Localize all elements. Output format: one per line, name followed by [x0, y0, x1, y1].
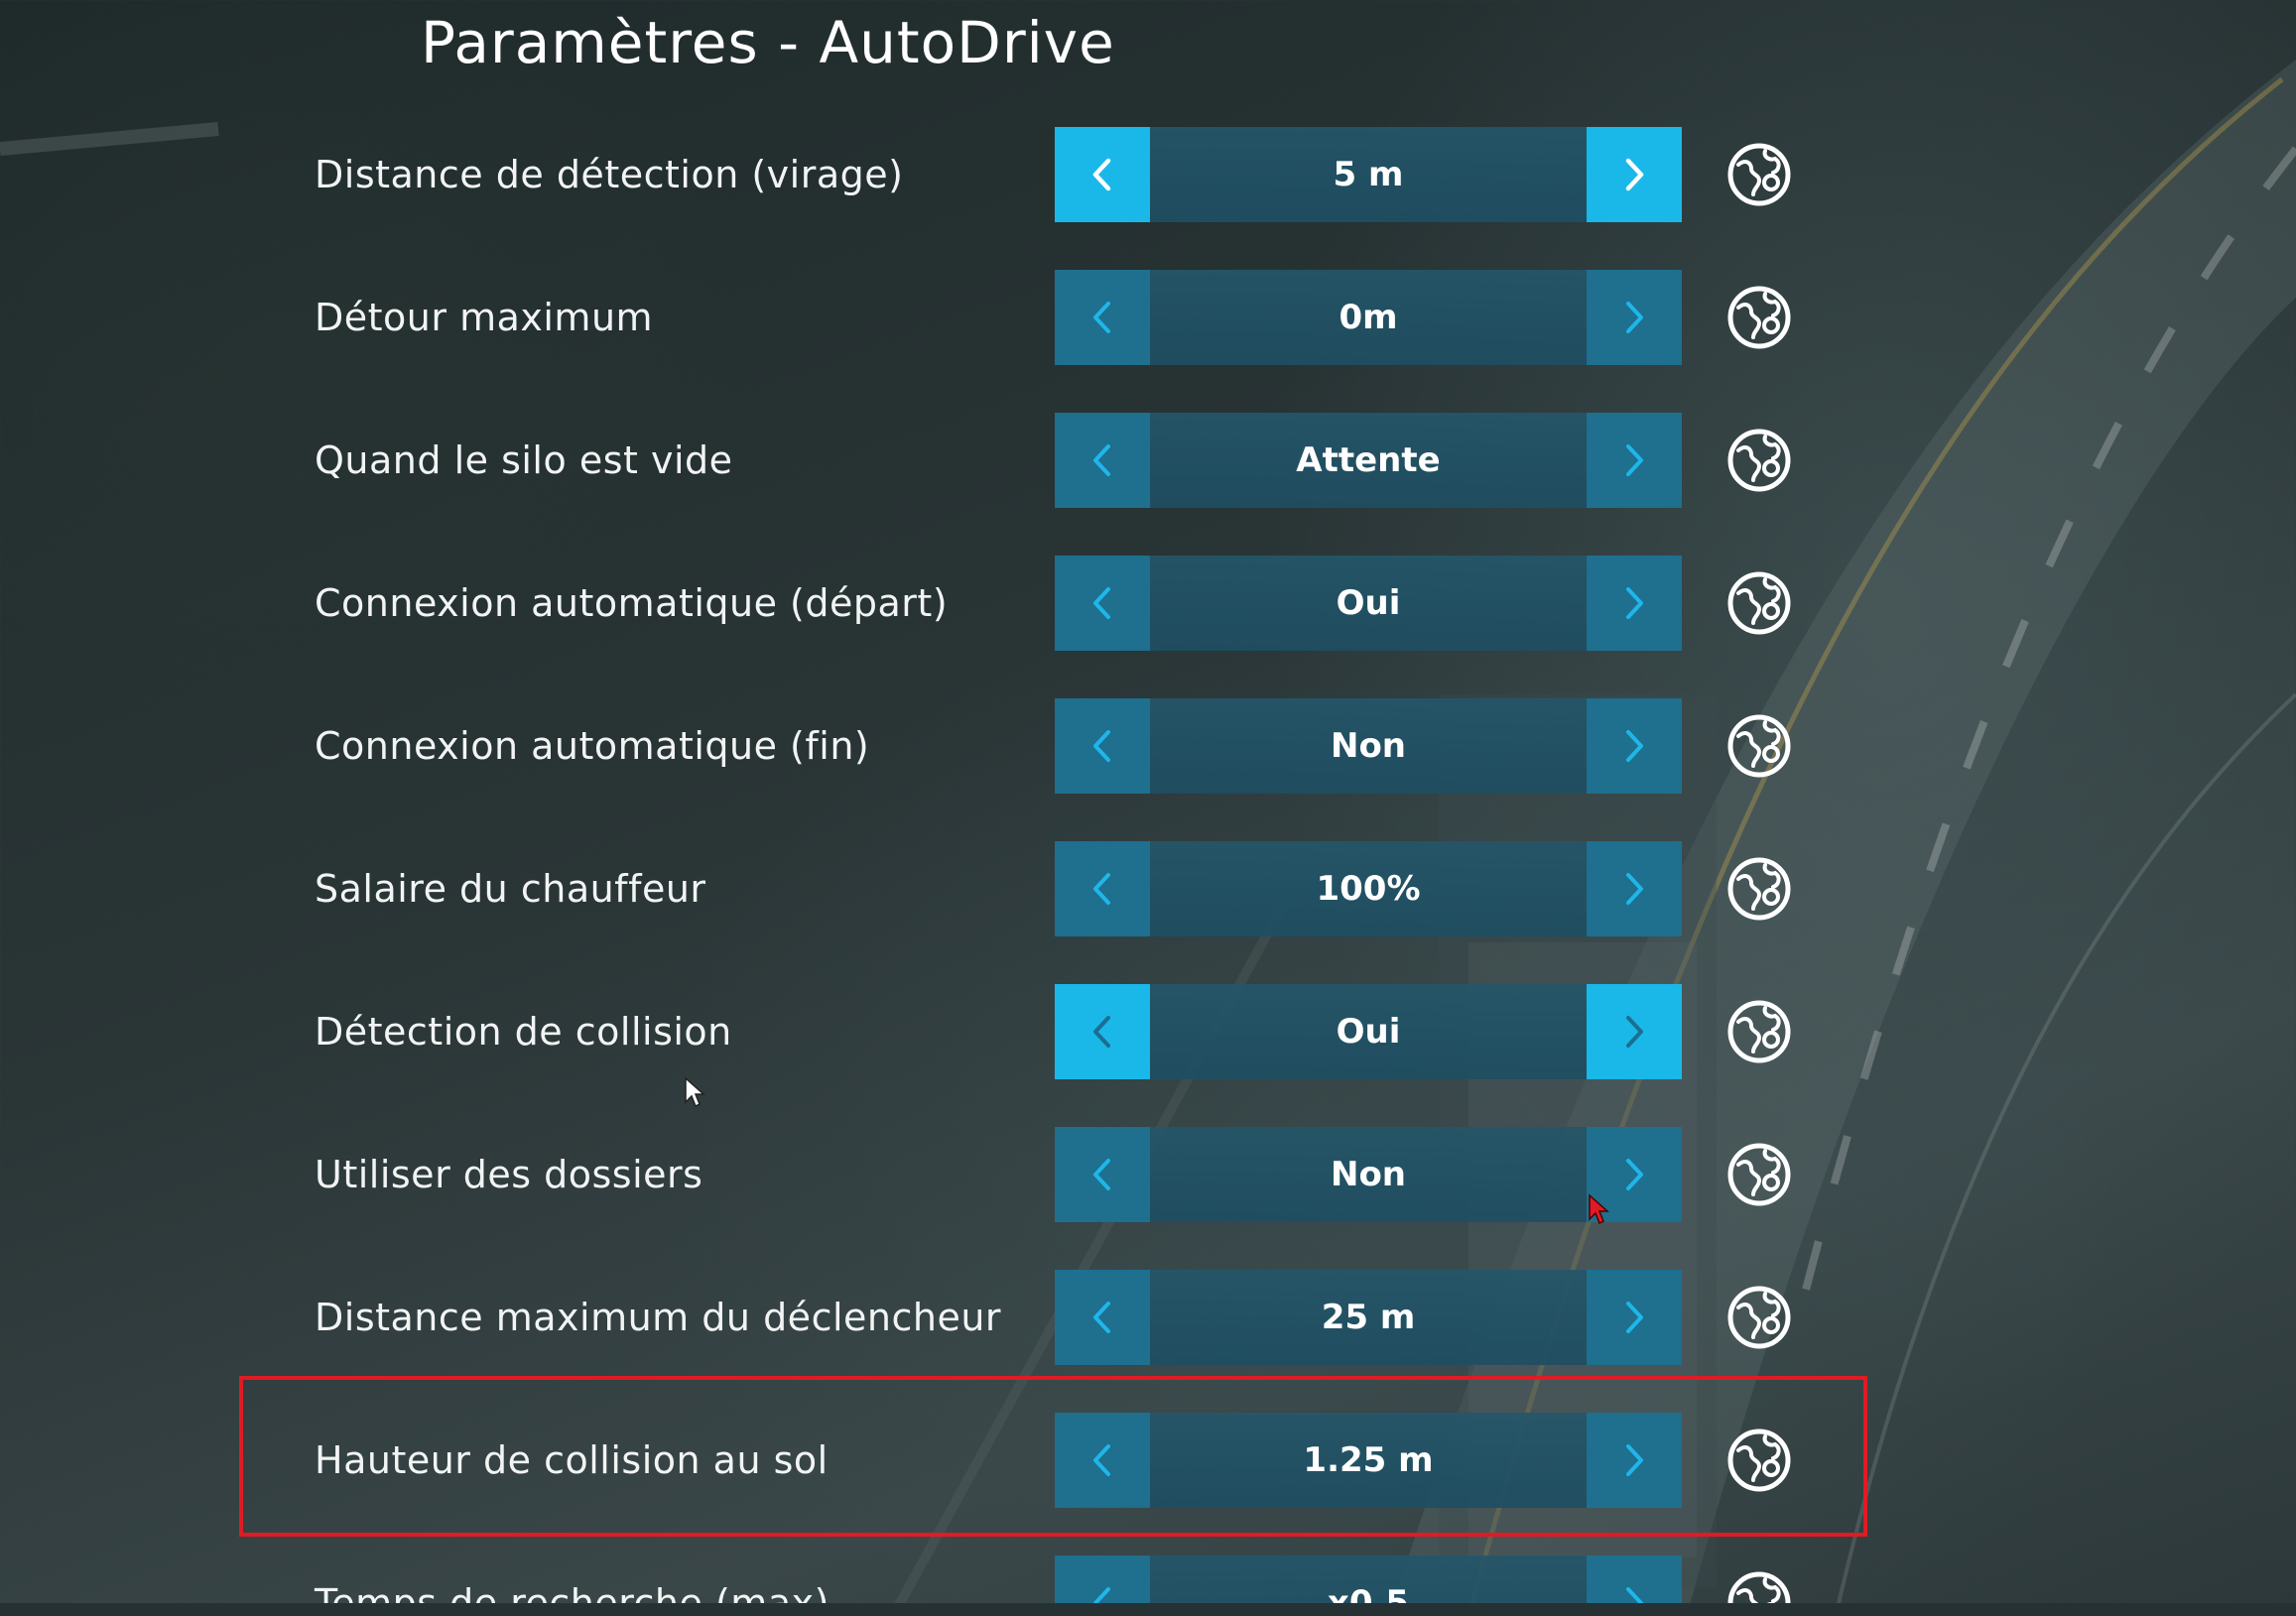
setting-label: Salaire du chauffeur: [315, 867, 706, 911]
chevron-right-icon: [1626, 730, 1643, 762]
setting-value: Non: [1150, 698, 1587, 794]
chevron-right-icon: [1626, 1444, 1643, 1476]
previous-value-button[interactable]: [1055, 698, 1150, 794]
value-stepper: 25 m: [1055, 1270, 1682, 1365]
setting-value: 25 m: [1150, 1270, 1587, 1365]
setting-label: Détection de collision: [315, 1010, 732, 1054]
chevron-left-icon: [1093, 444, 1110, 476]
previous-value-button[interactable]: [1055, 270, 1150, 365]
setting-label: Distance de détection (virage): [315, 153, 904, 196]
setting-row-collision-detection[interactable]: Détection de collision Oui: [0, 984, 2296, 1079]
value-stepper: Attente: [1055, 413, 1682, 508]
chevron-left-icon: [1093, 587, 1110, 619]
setting-row-ground-collision-height[interactable]: Hauteur de collision au sol 1.25 m: [0, 1413, 2296, 1508]
previous-value-button[interactable]: [1055, 413, 1150, 508]
next-value-button[interactable]: [1587, 1413, 1682, 1508]
setting-label: Utiliser des dossiers: [315, 1153, 703, 1196]
setting-value: Oui: [1150, 556, 1587, 651]
value-stepper: Oui: [1055, 984, 1682, 1079]
chevron-left-icon: [1093, 1159, 1110, 1190]
next-value-button[interactable]: [1587, 984, 1682, 1079]
setting-value: 0m: [1150, 270, 1587, 365]
globe-help-icon[interactable]: [1725, 284, 1793, 351]
chevron-right-icon: [1626, 1302, 1643, 1333]
globe-help-icon[interactable]: [1725, 1427, 1793, 1494]
chevron-right-icon: [1626, 1159, 1643, 1190]
next-value-button[interactable]: [1587, 1270, 1682, 1365]
previous-value-button[interactable]: [1055, 1270, 1150, 1365]
setting-row-empty-silo[interactable]: Quand le silo est vide Attente: [0, 413, 2296, 508]
mouse-cursor-icon: [685, 1076, 705, 1108]
setting-row-driver-wage[interactable]: Salaire du chauffeur 100%: [0, 841, 2296, 936]
setting-row-detection-distance[interactable]: Distance de détection (virage) 5 m: [0, 127, 2296, 222]
chevron-left-icon: [1093, 1444, 1110, 1476]
setting-value: Attente: [1150, 413, 1587, 508]
setting-value: Non: [1150, 1127, 1587, 1222]
next-value-button[interactable]: [1587, 270, 1682, 365]
previous-value-button[interactable]: [1055, 841, 1150, 936]
value-stepper: Oui: [1055, 556, 1682, 651]
globe-help-icon[interactable]: [1725, 998, 1793, 1065]
value-stepper: 100%: [1055, 841, 1682, 936]
bottom-edge: [0, 1603, 2296, 1616]
globe-help-icon[interactable]: [1725, 855, 1793, 923]
chevron-right-icon: [1625, 158, 1644, 191]
setting-label: Détour maximum: [315, 296, 654, 339]
setting-value: 1.25 m: [1150, 1413, 1587, 1508]
previous-value-button[interactable]: [1055, 556, 1150, 651]
chevron-right-icon: [1626, 1016, 1643, 1048]
value-stepper: 0m: [1055, 270, 1682, 365]
chevron-left-icon: [1092, 158, 1111, 191]
previous-value-button[interactable]: [1055, 1127, 1150, 1222]
value-stepper: 5 m: [1055, 127, 1682, 222]
next-value-button[interactable]: [1587, 698, 1682, 794]
globe-help-icon[interactable]: [1725, 141, 1793, 208]
chevron-left-icon: [1093, 730, 1110, 762]
setting-value: Oui: [1150, 984, 1587, 1079]
globe-help-icon[interactable]: [1725, 427, 1793, 494]
chevron-right-icon: [1626, 302, 1643, 333]
next-value-button[interactable]: [1587, 413, 1682, 508]
setting-label: Connexion automatique (fin): [315, 724, 870, 768]
setting-row-use-folders[interactable]: Utiliser des dossiers Non: [0, 1127, 2296, 1222]
setting-value: 5 m: [1150, 127, 1587, 222]
globe-help-icon[interactable]: [1725, 712, 1793, 780]
setting-label: Connexion automatique (départ): [315, 581, 949, 625]
value-stepper: 1.25 m: [1055, 1413, 1682, 1508]
chevron-left-icon: [1093, 1302, 1110, 1333]
chevron-right-icon: [1626, 444, 1643, 476]
chevron-left-icon: [1093, 873, 1110, 905]
setting-label: Hauteur de collision au sol: [315, 1438, 829, 1482]
setting-row-auto-connect-start[interactable]: Connexion automatique (départ) Oui: [0, 556, 2296, 651]
chevron-right-icon: [1626, 587, 1643, 619]
next-value-button[interactable]: [1587, 556, 1682, 651]
setting-row-max-detour[interactable]: Détour maximum 0m: [0, 270, 2296, 365]
chevron-left-icon: [1093, 302, 1110, 333]
previous-value-button[interactable]: [1055, 1413, 1150, 1508]
next-value-button[interactable]: [1587, 841, 1682, 936]
previous-value-button[interactable]: [1055, 127, 1150, 222]
chevron-right-icon: [1626, 873, 1643, 905]
globe-help-icon[interactable]: [1725, 569, 1793, 637]
previous-value-button[interactable]: [1055, 984, 1150, 1079]
setting-row-trigger-distance[interactable]: Distance maximum du déclencheur 25 m: [0, 1270, 2296, 1365]
globe-help-icon[interactable]: [1725, 1284, 1793, 1351]
globe-help-icon[interactable]: [1725, 1141, 1793, 1208]
setting-label: Distance maximum du déclencheur: [315, 1296, 1002, 1339]
setting-value: 100%: [1150, 841, 1587, 936]
next-value-button[interactable]: [1587, 127, 1682, 222]
setting-label: Quand le silo est vide: [315, 438, 733, 482]
value-stepper: Non: [1055, 698, 1682, 794]
settings-list: Distance de détection (virage) 5 m Détou…: [0, 0, 2296, 1616]
chevron-left-icon: [1093, 1016, 1110, 1048]
setting-row-auto-connect-end[interactable]: Connexion automatique (fin) Non: [0, 698, 2296, 794]
mouse-cursor-icon: [1589, 1193, 1609, 1225]
